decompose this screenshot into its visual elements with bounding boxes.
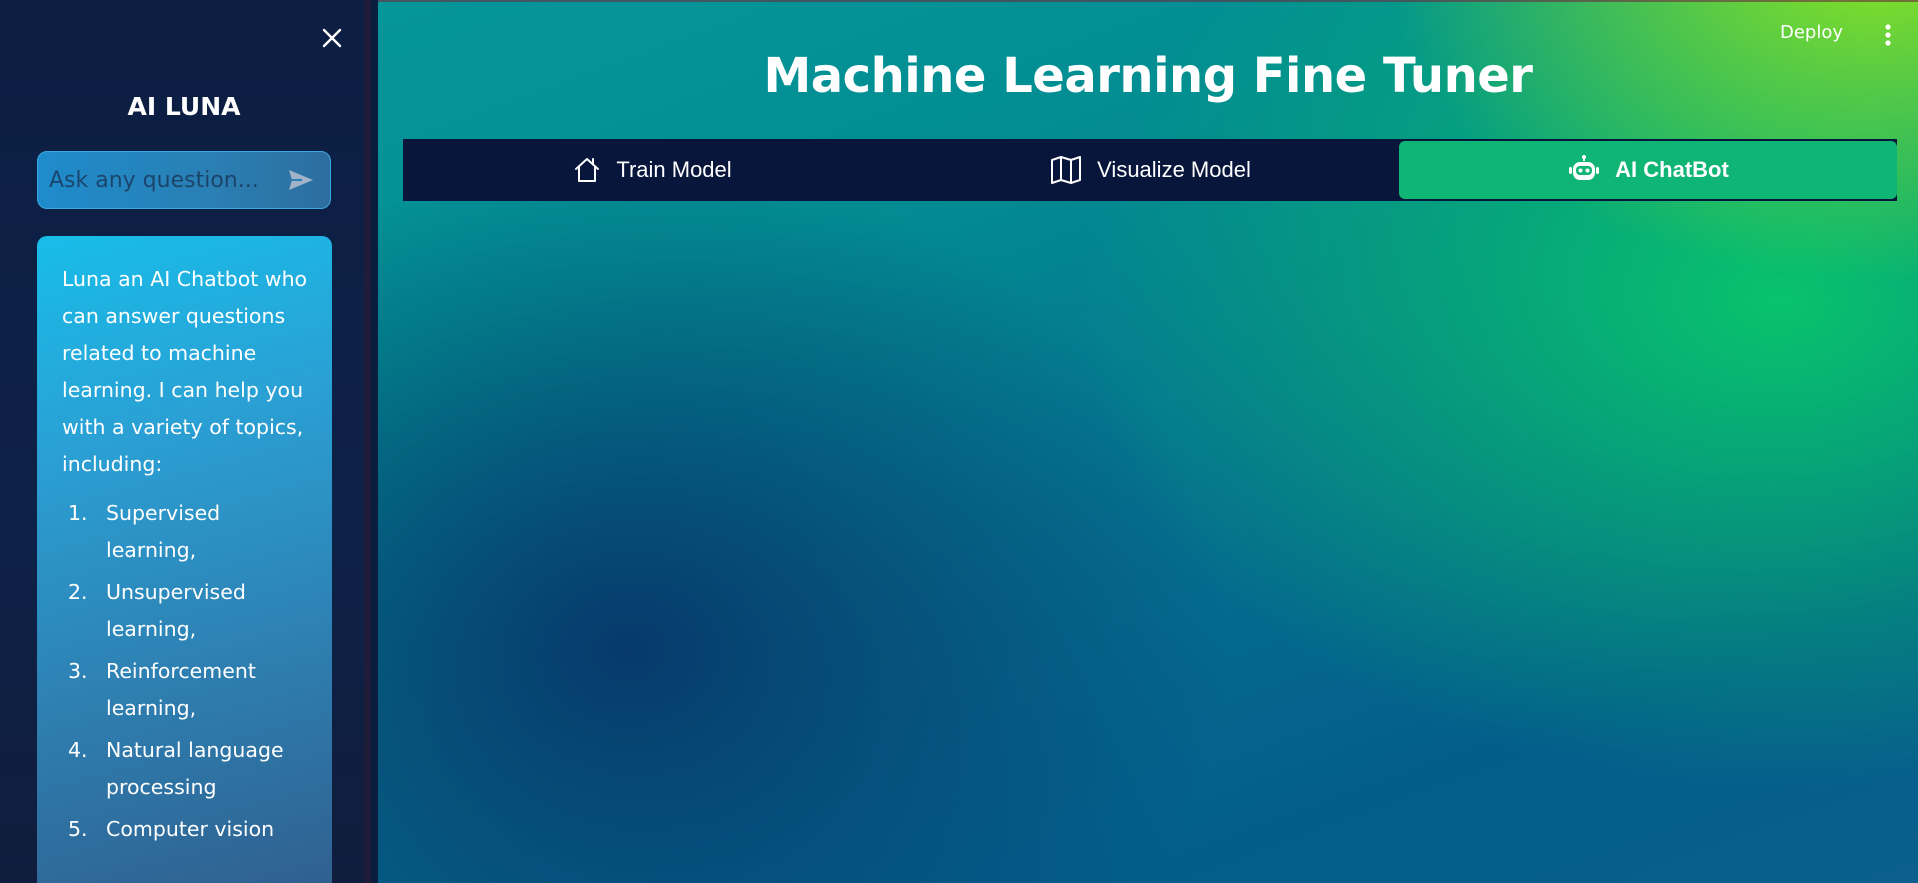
tab-label: Visualize Model xyxy=(1097,157,1251,182)
send-button[interactable] xyxy=(278,157,324,203)
list-item-number: 5. xyxy=(68,817,88,841)
tab-ai-chatbot[interactable]: AI ChatBot xyxy=(1399,141,1897,199)
tab-bar: Train Model Visualize Model AI ChatBot xyxy=(403,139,1897,201)
tab-label: AI ChatBot xyxy=(1615,157,1729,182)
list-item-label: Computer vision xyxy=(106,817,275,841)
close-sidebar-button[interactable] xyxy=(318,24,346,52)
house-icon xyxy=(575,158,600,182)
list-item: 1. Supervised learning, xyxy=(62,495,312,569)
sidebar: AI LUNA Luna an AI Chatbot who can answe… xyxy=(0,0,371,883)
robot-icon xyxy=(1569,155,1600,180)
page-title: Machine Learning Fine Tuner xyxy=(763,48,1533,104)
ask-question-input[interactable] xyxy=(38,152,278,208)
app-window: AI LUNA Luna an AI Chatbot who can answe… xyxy=(0,0,1918,883)
tab-visualize-model[interactable]: Visualize Model xyxy=(901,139,1399,201)
tab-label: Train Model xyxy=(616,157,732,182)
more-menu-button[interactable] xyxy=(1878,22,1898,48)
map-icon xyxy=(1051,156,1082,184)
list-item: 4. Natural language processing xyxy=(62,732,312,806)
ask-question-box xyxy=(37,151,331,209)
tab-train-model[interactable]: Train Model xyxy=(403,139,901,201)
list-item-label: Unsupervised learning, xyxy=(106,580,246,641)
list-item-number: 4. xyxy=(68,738,88,762)
list-item-number: 3. xyxy=(68,659,88,683)
deploy-button[interactable]: Deploy xyxy=(1780,22,1843,43)
list-item-label: Reinforcement learning, xyxy=(106,659,256,720)
list-item: 3. Reinforcement learning, xyxy=(62,653,312,727)
list-item-label: Supervised learning, xyxy=(106,501,221,562)
list-item: 5. Computer vision xyxy=(62,811,312,848)
more-vertical-icon xyxy=(1885,24,1891,46)
send-icon xyxy=(289,170,313,190)
list-item-number: 2. xyxy=(68,580,88,604)
close-icon xyxy=(322,28,342,48)
sidebar-title: AI LUNA xyxy=(127,92,241,121)
top-decoration-line xyxy=(378,0,1918,2)
info-card: Luna an AI Chatbot who can answer questi… xyxy=(37,236,332,883)
list-item: 2. Unsupervised learning, xyxy=(62,574,312,648)
topic-list: 1. Supervised learning, 2. Unsupervised … xyxy=(62,495,312,848)
list-item-label: Natural language processing xyxy=(106,738,284,799)
main-content: Deploy Machine Learning Fine Tuner Train… xyxy=(378,0,1918,883)
info-intro-text: Luna an AI Chatbot who can answer questi… xyxy=(62,267,308,476)
list-item-number: 1. xyxy=(68,501,88,525)
